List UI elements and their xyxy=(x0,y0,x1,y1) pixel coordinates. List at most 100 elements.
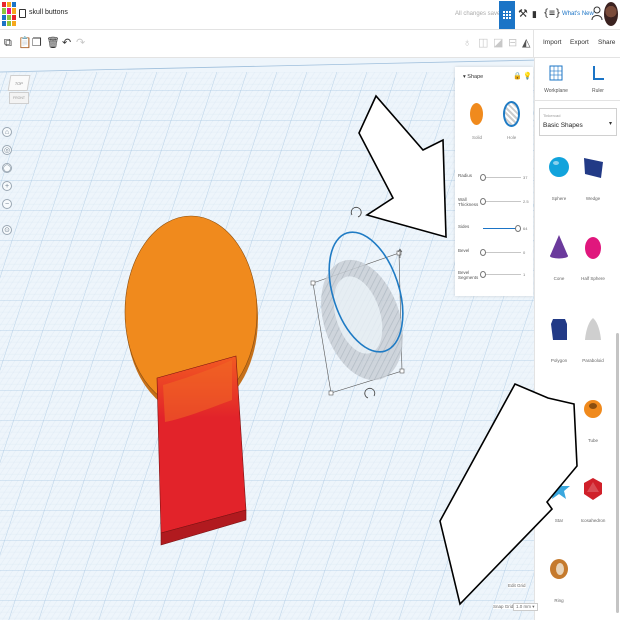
snap-grid-label: Snap Grid xyxy=(493,604,514,609)
import-button[interactable]: Import xyxy=(543,39,561,46)
library-scrollbar[interactable] xyxy=(616,333,619,613)
snap-grid-select[interactable]: 1.0 mm ▾ xyxy=(513,603,538,611)
lessons-icon[interactable]: ▮ xyxy=(532,8,537,20)
fit-all-icon[interactable]: ◯ xyxy=(2,163,12,173)
logo-tile xyxy=(7,20,11,26)
param-label: Wall Thickness xyxy=(458,197,479,207)
param-value[interactable]: 2.5 xyxy=(523,199,529,204)
logo-tile xyxy=(12,14,16,20)
save-status: All changes saved xyxy=(455,11,504,17)
view-cube-top[interactable]: TOP xyxy=(7,75,31,91)
param-label: Radius xyxy=(458,173,473,178)
shape-inspector-title[interactable]: ▾ Shape xyxy=(463,74,483,80)
param-slider-knob[interactable] xyxy=(480,198,486,205)
category-source: Tinkercad xyxy=(543,113,561,118)
note-icon[interactable]: ◫ xyxy=(478,37,488,49)
param-value[interactable]: 64 xyxy=(523,226,527,231)
edit-toolbar: ⧉ 📋 ❐ 🗑 ↶ ↷ ♁ ◫ ◪ ⊟ ◭ Import Export Shar… xyxy=(0,30,620,58)
param-value[interactable]: 0 xyxy=(523,250,525,255)
param-slider[interactable] xyxy=(480,249,521,256)
torus-icon xyxy=(549,405,569,415)
param-value[interactable]: 37 xyxy=(523,175,527,180)
solid-color-swatch[interactable] xyxy=(470,103,483,125)
shape-library: Workplane Ruler Tinkercad Basic Shapes ▾… xyxy=(534,58,620,620)
paste-icon[interactable]: 📋 xyxy=(18,37,32,49)
redo-icon[interactable]: ↷ xyxy=(76,37,85,49)
view-cube-front[interactable]: FRONT xyxy=(9,92,29,104)
cone-icon xyxy=(550,235,568,259)
polygon-icon xyxy=(551,319,567,340)
zoom-in-icon[interactable]: + xyxy=(2,181,12,191)
delete-icon[interactable]: 🗑 xyxy=(46,37,60,49)
fit-view-icon[interactable]: ◎ xyxy=(2,145,12,155)
icosahedron-icon xyxy=(584,478,602,500)
param-slider-knob[interactable] xyxy=(480,174,486,181)
param-slider[interactable] xyxy=(480,174,521,181)
3d-design-view-button[interactable] xyxy=(499,1,515,29)
red-box[interactable] xyxy=(156,355,247,546)
half-sphere-icon xyxy=(585,237,601,259)
param-slider-knob[interactable] xyxy=(514,225,521,232)
edit-grid-button[interactable]: Edit Grid xyxy=(508,583,526,588)
view-cube[interactable]: TOP FRONT xyxy=(7,75,31,109)
ruler-icon xyxy=(593,66,604,80)
light-bulb-icon[interactable]: ♁ xyxy=(463,37,471,49)
lock-icon[interactable]: 🔒 xyxy=(513,72,522,80)
group-icon[interactable]: ◪ xyxy=(493,37,503,49)
top-bar: skull buttons All changes saved ⚒ ▮ {≡} … xyxy=(0,0,620,30)
param-slider[interactable] xyxy=(480,198,521,205)
logo-tile xyxy=(2,8,6,14)
shape-label: Wedge xyxy=(585,196,601,201)
blocks-hammer-icon[interactable]: ⚒ xyxy=(518,8,528,20)
mirror-icon[interactable]: ◭ xyxy=(522,37,530,49)
solid-label: Solid xyxy=(472,135,483,140)
shape-category-select[interactable]: Tinkercad Basic Shapes ▾ xyxy=(539,108,617,136)
user-icon[interactable] xyxy=(591,5,603,21)
undo-icon[interactable]: ↶ xyxy=(62,37,71,49)
shape-label: Half Sphere xyxy=(581,276,605,281)
shape-half-sphere[interactable]: Half Sphere xyxy=(573,226,613,286)
ruler-tool[interactable]: Ruler xyxy=(578,64,618,94)
logo-tile xyxy=(2,20,6,26)
grid-icon xyxy=(503,11,511,19)
home-view-icon[interactable]: ⌂ xyxy=(2,127,12,137)
share-button[interactable]: Share xyxy=(598,39,615,46)
document-title[interactable]: skull buttons xyxy=(29,9,68,16)
logo-tile xyxy=(7,2,11,8)
align-icon[interactable]: ⊟ xyxy=(508,37,517,49)
logo-tile xyxy=(12,20,16,26)
avatar[interactable] xyxy=(604,2,618,26)
export-button[interactable]: Export xyxy=(570,39,589,46)
param-slider[interactable] xyxy=(483,225,521,232)
codeblocks-icon[interactable]: {≡} xyxy=(543,8,561,20)
zoom-out-icon[interactable]: − xyxy=(2,199,12,209)
copy-icon[interactable]: ⧉ xyxy=(4,37,12,49)
param-slider-fill xyxy=(483,228,518,229)
param-label: Sides xyxy=(458,224,470,229)
param-slider-knob[interactable] xyxy=(480,271,486,278)
hole-swatch[interactable] xyxy=(503,101,520,127)
ring-icon xyxy=(550,559,568,579)
whats-new-link[interactable]: What's New xyxy=(562,11,594,17)
tinkercad-logo[interactable] xyxy=(2,2,16,26)
logo-tile xyxy=(12,8,16,14)
param-value[interactable]: 1 xyxy=(523,272,525,277)
workplane-icon xyxy=(549,65,563,81)
shape-paraboloid[interactable]: Paraboloid xyxy=(573,308,613,368)
param-slider-knob[interactable] xyxy=(480,249,486,256)
category-value: Basic Shapes xyxy=(543,122,583,129)
duplicate-icon[interactable]: ❐ xyxy=(32,37,42,49)
logo-tile xyxy=(2,14,6,20)
visibility-bulb-icon[interactable]: 💡 xyxy=(523,72,532,80)
shape-tube[interactable]: Tube xyxy=(573,388,613,448)
shape-wedge[interactable]: Wedge xyxy=(573,146,613,206)
shape-ring[interactable]: Ring xyxy=(539,548,579,608)
logo-tile xyxy=(2,2,6,8)
perspective-icon[interactable]: ⊙ xyxy=(2,225,12,235)
dropdown-arrow-icon: ▾ xyxy=(608,121,612,127)
shape-icosahedron[interactable]: Icosahedron xyxy=(573,468,613,528)
ruler-label: Ruler xyxy=(592,88,604,94)
param-slider[interactable] xyxy=(480,271,521,278)
workplane-tool[interactable]: Workplane xyxy=(536,64,576,94)
shape-label: Ring xyxy=(554,598,564,603)
